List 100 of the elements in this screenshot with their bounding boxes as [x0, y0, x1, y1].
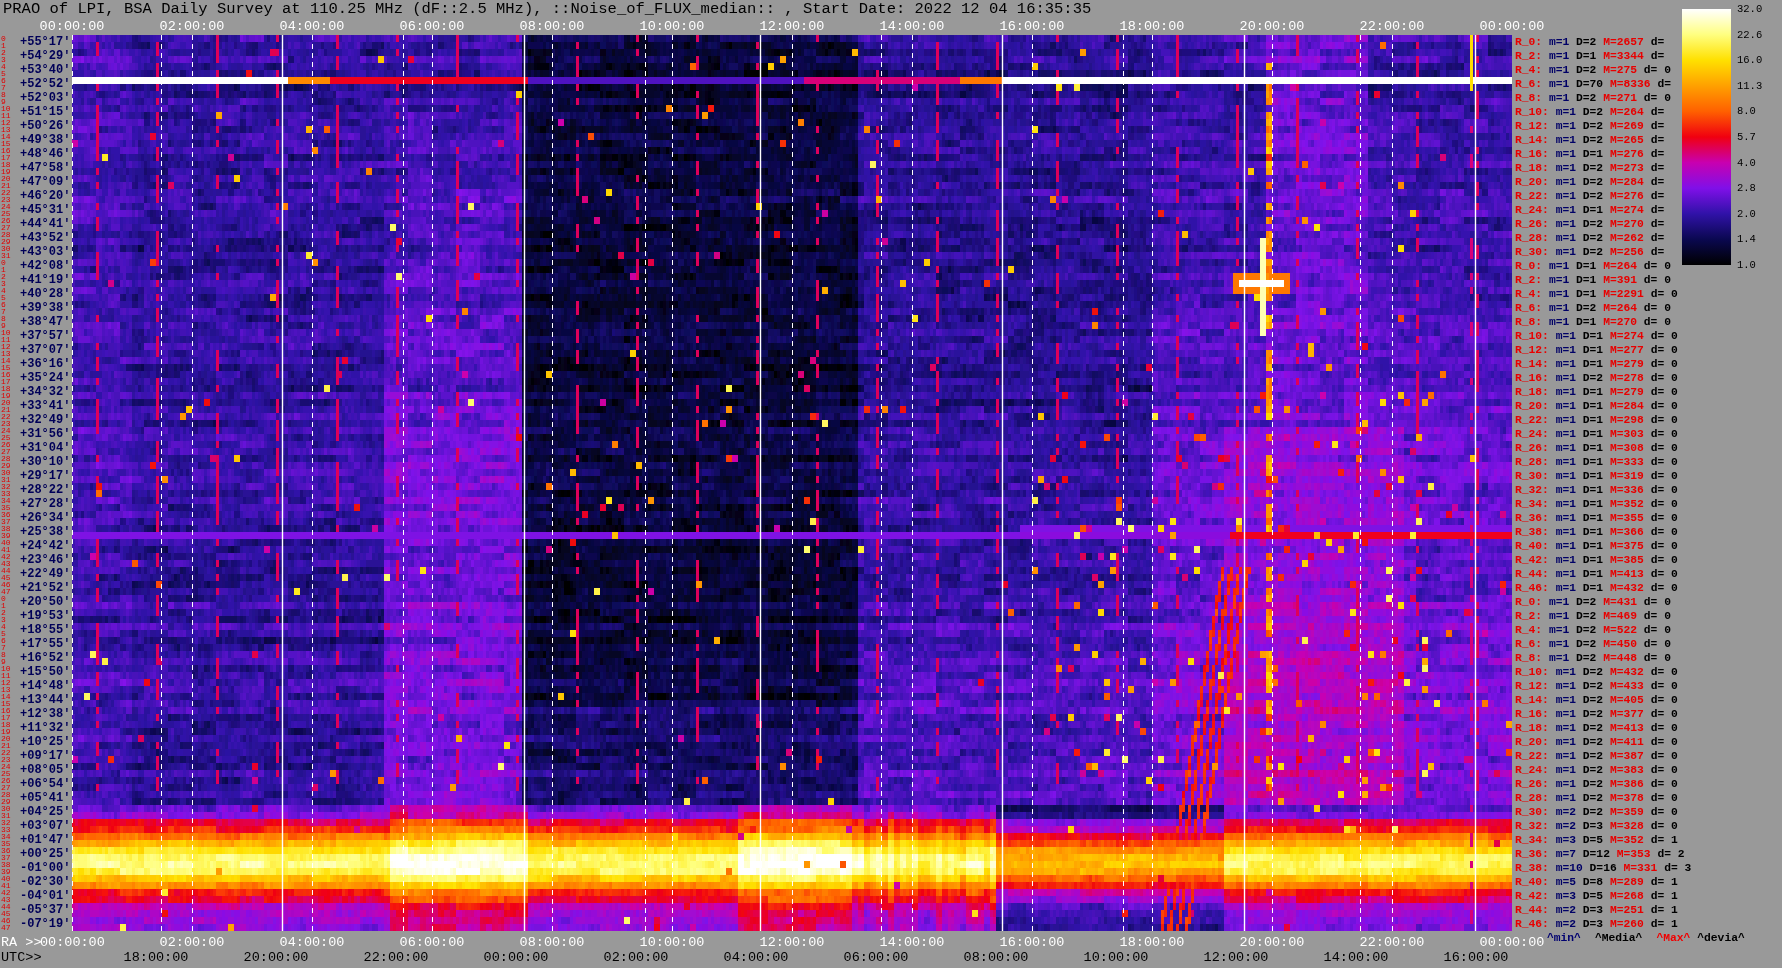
declination-label: +43°52'	[20, 231, 71, 245]
min-value: m=1	[1555, 582, 1577, 594]
deviation-value: d=	[1650, 246, 1665, 258]
declination-label: -05°37'	[20, 903, 71, 917]
max-value: M=331	[1623, 862, 1658, 874]
max-value: M=264	[1603, 302, 1638, 314]
declination-label: +22°49'	[20, 567, 71, 581]
row-number: 35	[1, 504, 12, 511]
row-number: 13	[1, 350, 12, 357]
row-number: 33	[1, 826, 12, 833]
scale-label: 1.0	[1737, 257, 1757, 272]
deviation-value: d=	[1650, 176, 1665, 188]
beam-label: R_18:	[1515, 162, 1549, 174]
median-value: D=1	[1582, 484, 1604, 496]
max-value: M=275	[1603, 64, 1638, 76]
median-value: D=2	[1576, 624, 1597, 636]
median-value: D=1	[1582, 512, 1604, 524]
max-value: M=413	[1609, 568, 1644, 580]
beam-label: R_4:	[1515, 624, 1543, 636]
row-number: 1	[1, 42, 7, 49]
utc-axis-label: 04:00:00	[723, 950, 789, 965]
deviation-value: d= 0	[1650, 400, 1678, 412]
min-value: m=1	[1555, 176, 1577, 188]
declination-label: +30°10'	[20, 455, 71, 469]
row-number: 24	[1, 763, 12, 770]
deviation-value: d= 0	[1643, 274, 1671, 286]
median-value: D=16	[1589, 862, 1617, 874]
median-value: D=1	[1582, 428, 1604, 440]
row-number: 22	[1, 749, 12, 756]
max-value: M=289	[1609, 876, 1644, 888]
beam-label: R_24:	[1515, 428, 1549, 440]
row-number: 5	[1, 294, 7, 301]
time-axis-label: 20:00:00	[1239, 19, 1305, 34]
row-number: 15	[1, 140, 12, 147]
row-number: 9	[1, 98, 7, 105]
beam-label: R_2:	[1515, 274, 1543, 286]
row-number: 38	[1, 861, 12, 868]
min-value: m=1	[1548, 36, 1570, 48]
deviation-value: d=	[1657, 78, 1671, 90]
median-value: D=1	[1582, 498, 1604, 510]
median-value: D=2	[1576, 596, 1597, 608]
row-number: 4	[1, 623, 7, 630]
beam-label: R_16:	[1515, 708, 1549, 720]
deviation-value: d= 0	[1650, 386, 1678, 398]
median-value: D=2	[1582, 372, 1604, 384]
beam-label: R_8:	[1515, 652, 1543, 664]
row-number: 31	[1, 812, 12, 819]
beam-label: R_8:	[1515, 92, 1543, 104]
row-number: 16	[1, 707, 12, 714]
row-number: 28	[1, 455, 12, 462]
median-value: D=1	[1582, 554, 1604, 566]
declination-label: +38°47'	[20, 315, 71, 329]
row-number: 3	[1, 616, 7, 623]
declination-label: +50°26'	[20, 119, 71, 133]
median-value: D=2	[1576, 652, 1597, 664]
declination-label: +03°07'	[20, 819, 71, 833]
declination-label: +27°28'	[20, 497, 71, 511]
beam-label: R_24:	[1515, 204, 1549, 216]
median-legend: ^Media^	[1594, 931, 1643, 945]
row-number: 36	[1, 847, 12, 854]
deviation-value: d= 3	[1664, 862, 1692, 874]
min-value: m=1	[1555, 512, 1577, 524]
max-value: M=271	[1603, 92, 1638, 104]
max-value: M=355	[1609, 512, 1644, 524]
row-number: 47	[1, 588, 12, 595]
median-value: D=2	[1582, 764, 1604, 776]
utc-axis-label: 18:00:00	[123, 950, 189, 965]
declination-label: +39°38'	[20, 301, 71, 315]
max-value: M=352	[1609, 834, 1644, 846]
scale-label: 5.7	[1737, 129, 1757, 144]
deviation-value: d= 0	[1650, 820, 1678, 832]
deviation-value: d= 0	[1650, 568, 1678, 580]
row-number: 25	[1, 210, 12, 217]
ra-axis-label: 06:00:00	[399, 935, 465, 950]
max-value: M=411	[1609, 736, 1644, 748]
declination-label: +36°16'	[20, 357, 71, 371]
row-number: 26	[1, 441, 12, 448]
max-value: M=377	[1609, 708, 1644, 720]
max-value: M=375	[1609, 540, 1644, 552]
median-value: D=2	[1582, 162, 1604, 174]
declination-label: +10°25'	[20, 735, 71, 749]
declination-label: +01°47'	[20, 833, 71, 847]
beam-label: R_38:	[1515, 526, 1549, 538]
ra-axis-label: 08:00:00	[519, 935, 585, 950]
row-number: 28	[1, 791, 12, 798]
min-value: m=1	[1555, 344, 1577, 356]
row-number: 39	[1, 532, 12, 539]
deviation-value: d= 0	[1650, 344, 1678, 356]
row-number: 15	[1, 700, 12, 707]
max-value: M=298	[1609, 414, 1644, 426]
min-value: m=1	[1555, 456, 1577, 468]
deviation-value: d=	[1650, 162, 1665, 174]
median-value: D=2	[1582, 666, 1604, 678]
beam-label: R_22:	[1515, 414, 1549, 426]
ra-axis-label: 12:00:00	[759, 935, 825, 950]
max-value: M=265	[1609, 134, 1644, 146]
min-value: m=1	[1548, 260, 1570, 272]
min-legend: ^min^	[1547, 931, 1581, 945]
median-value: D=2	[1582, 736, 1604, 748]
beam-label: R_6:	[1515, 638, 1543, 650]
